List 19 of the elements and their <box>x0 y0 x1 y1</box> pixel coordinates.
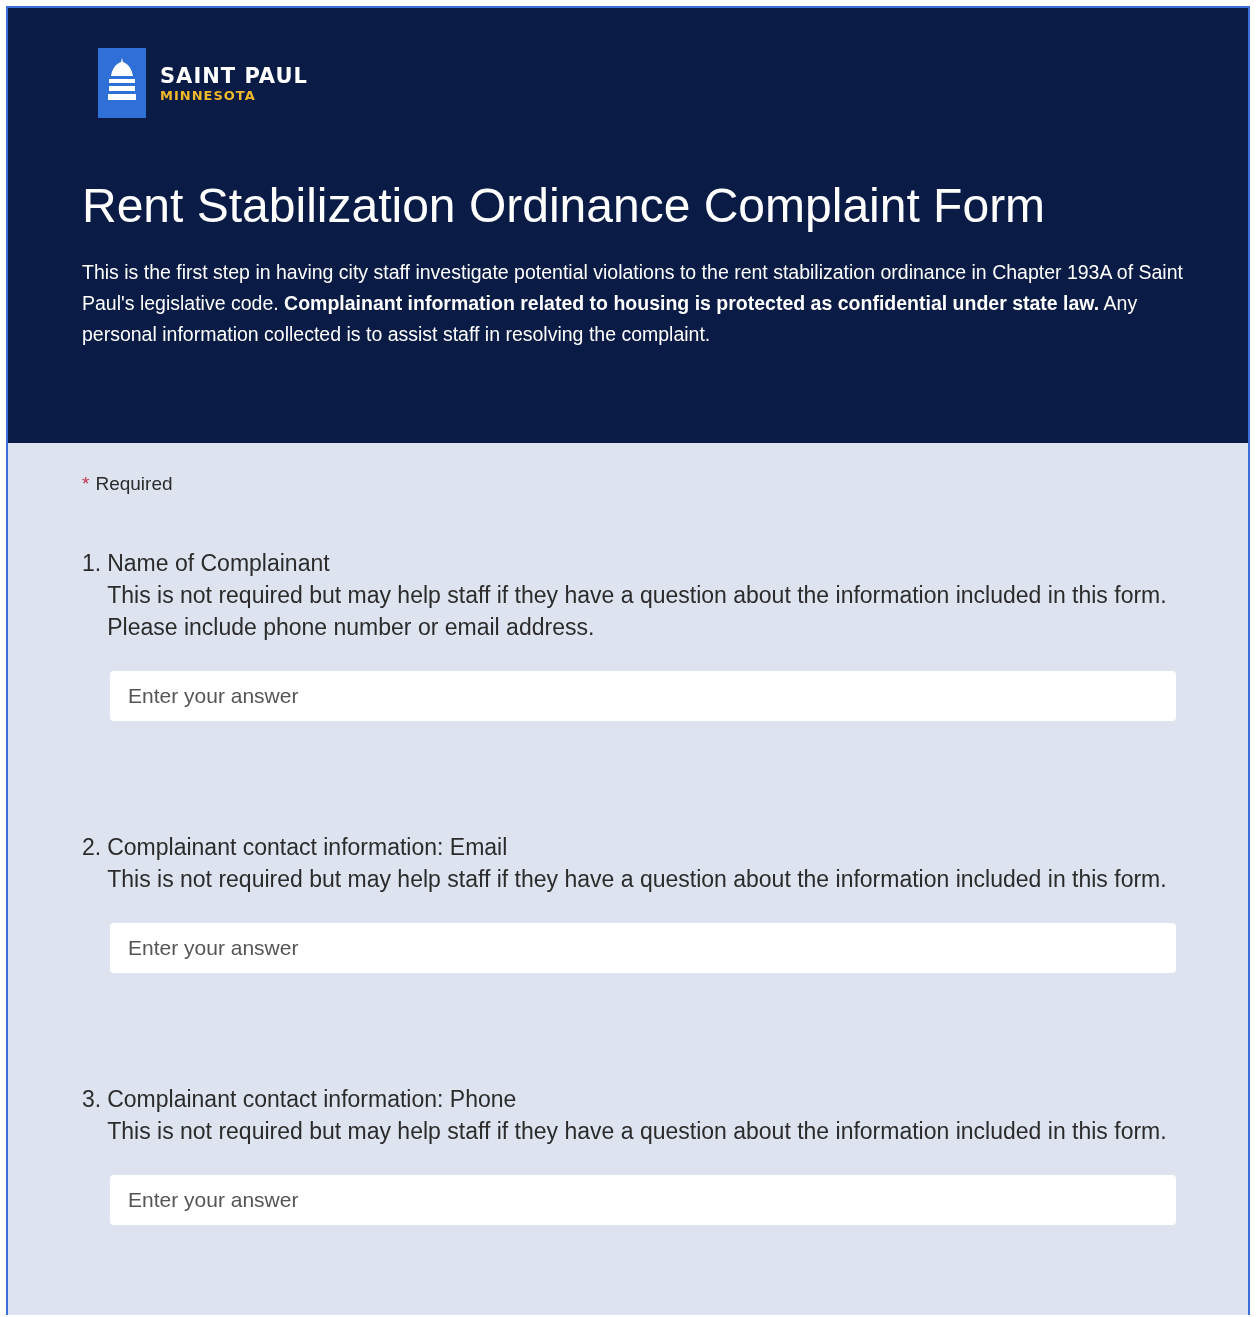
logo-subtitle: MINNESOTA <box>160 87 257 103</box>
answer-field[interactable]: Enter your answer <box>110 671 1176 721</box>
question-description: This is not required but may help staff if they have a question about the information included in this form. <box>107 1117 1167 1146</box>
question-number: 2. <box>82 833 102 862</box>
capitol-dome-icon <box>98 48 146 118</box>
question-description: This is not required but may help staff if they have a question about the information included in this form. Please include phone number or email address. <box>107 581 1168 642</box>
question-title: Name of Complainant <box>107 549 331 578</box>
logo-name: SAINT PAUL <box>160 63 308 88</box>
answer-field[interactable]: Enter your answer <box>110 1175 1176 1225</box>
question-title: Complainant contact information: Email <box>107 833 509 862</box>
form-title: Rent Stabilization Ordinance Complaint Form <box>82 178 1047 233</box>
question-description: This is not required but may help staff if they have a question about the information included in this form. <box>107 865 1167 894</box>
required-label: Required <box>95 473 173 495</box>
question-title: Complainant contact information: Phone <box>107 1085 518 1114</box>
form-description: This is the first step in having city staff investigate potential violations to the rent stabilization ordinance in Chapter 193A of Saint Paul's legislative code. Complainant information related to housing is protected as confidential under state law. Any personal information collected is to assist staff in resolving the complaint. <box>82 260 1184 347</box>
required-asterisk: * <box>82 473 90 495</box>
question-number: 1. <box>82 549 102 578</box>
answer-field[interactable]: Enter your answer <box>110 923 1176 973</box>
question-number: 3. <box>82 1085 102 1114</box>
